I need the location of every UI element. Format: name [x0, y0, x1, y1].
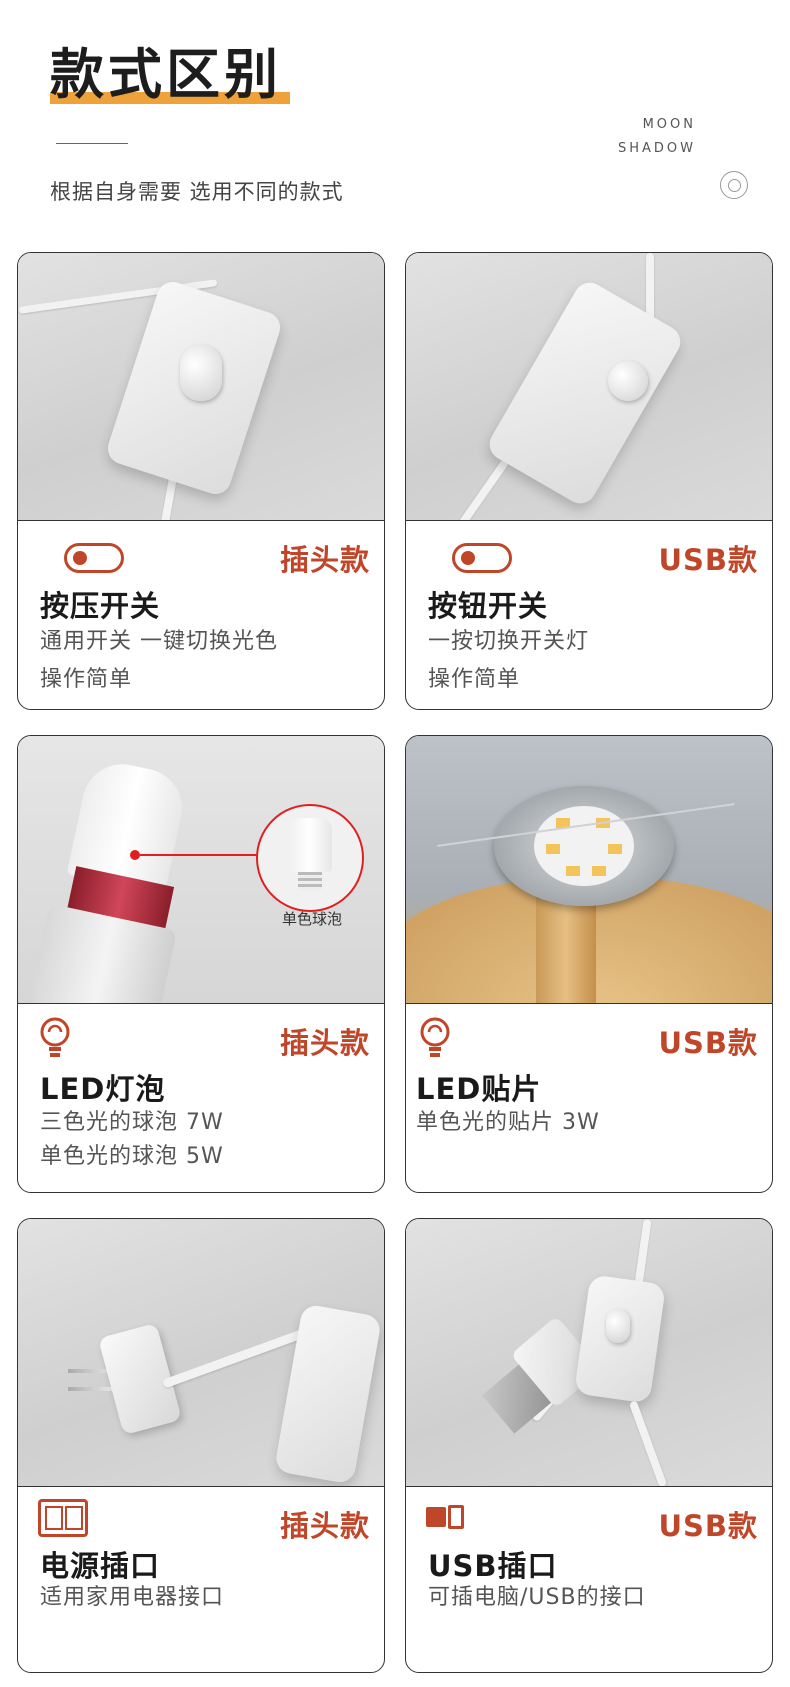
light-bulb-icon [420, 1017, 450, 1057]
title-divider [56, 143, 128, 144]
card-photo [406, 736, 772, 1004]
feature-desc-1: 通用开关 一键切换光色 [40, 629, 278, 654]
plug-pin [68, 1387, 116, 1391]
page-subtitle: 根据自身需要 选用不同的款式 [50, 180, 344, 204]
outlet-slot [45, 1506, 63, 1530]
usb-icon-block [426, 1507, 446, 1527]
card-photo [406, 253, 772, 521]
feature-desc-2: 操作简单 [428, 667, 521, 692]
usb-port-icon [426, 1505, 464, 1531]
feature-name: LED贴片 [416, 1072, 542, 1106]
switch-knob [180, 345, 222, 401]
feature-desc-1: 可插电脑/USB的接口 [428, 1585, 646, 1610]
switch-body [483, 276, 687, 510]
brand-wordmark: MOON SHADOW [618, 113, 696, 161]
card-plug-led-bulb: 单色球泡 插头款 LED灯泡 三色光的球泡 7W 单色光的球泡 5W [17, 735, 385, 1193]
variant-tag: USB款 [658, 1026, 758, 1060]
card-usb-led-chip: USB款 LED贴片 单色光的贴片 3W [405, 735, 773, 1193]
cable [628, 1400, 668, 1486]
led-chip [546, 844, 560, 854]
card-photo [18, 1219, 384, 1487]
card-info: USB款 按钮开关 一按切换开关灯 操作简单 [406, 521, 772, 692]
card-photo: 单色球泡 [18, 736, 384, 1004]
feature-name: LED灯泡 [40, 1072, 166, 1106]
toggle-switch-icon [452, 543, 512, 573]
brand-circle-icon [720, 171, 748, 199]
card-plug-press-switch: 插头款 按压开关 通用开关 一键切换光色 操作简单 [17, 252, 385, 710]
light-bulb-icon [40, 1017, 70, 1057]
card-photo [18, 253, 384, 521]
variant-tag: USB款 [658, 1509, 758, 1543]
page-title: 款式区别 [50, 43, 282, 106]
inset-label: 单色球泡 [281, 910, 342, 928]
title-block: 款式区别 [50, 40, 290, 110]
marker-line [140, 854, 260, 856]
feature-desc-1: 单色光的贴片 3W [416, 1110, 600, 1135]
card-info: 插头款 按压开关 通用开关 一键切换光色 操作简单 [18, 521, 384, 692]
variant-tag: USB款 [658, 543, 758, 577]
led-chip [566, 866, 580, 876]
brand-line-2: SHADOW [617, 141, 696, 156]
variant-tag: 插头款 [279, 543, 370, 577]
card-photo [406, 1219, 772, 1487]
led-chip [608, 844, 622, 854]
power-outlet-icon [38, 1499, 88, 1537]
page-header: 款式区别 根据自身需要 选用不同的款式 MOON SHADOW [0, 0, 790, 240]
led-chip [592, 866, 606, 876]
marker-dot [130, 850, 140, 860]
feature-desc-2: 单色光的球泡 5W [40, 1144, 224, 1169]
feature-desc-1: 适用家用电器接口 [40, 1585, 225, 1610]
card-usb-port: USB款 USB插口 可插电脑/USB的接口 [405, 1218, 773, 1673]
switch-body [273, 1303, 383, 1485]
feature-desc-1: 三色光的球泡 7W [40, 1110, 224, 1135]
variant-tag: 插头款 [279, 1026, 370, 1060]
switch-knob [606, 1309, 630, 1343]
toggle-switch-icon [64, 543, 124, 573]
inset-bulb [288, 818, 332, 872]
usb-icon-port [448, 1505, 464, 1529]
feature-desc-1: 一按切换开关灯 [428, 629, 590, 654]
outlet-slot [65, 1506, 83, 1530]
inset-bulb-base [298, 872, 322, 890]
card-plug-power-socket: 插头款 电源插口 适用家用电器接口 [17, 1218, 385, 1673]
card-usb-button-switch: USB款 按钮开关 一按切换开关灯 操作简单 [405, 252, 773, 710]
feature-desc-2: 操作简单 [40, 667, 133, 692]
feature-name: 按压开关 [40, 589, 161, 623]
switch-knob [608, 361, 648, 401]
brand-line-1: MOON [642, 117, 696, 132]
feature-name: 按钮开关 [428, 589, 549, 623]
variant-tag: 插头款 [279, 1509, 370, 1543]
cable [450, 458, 510, 520]
